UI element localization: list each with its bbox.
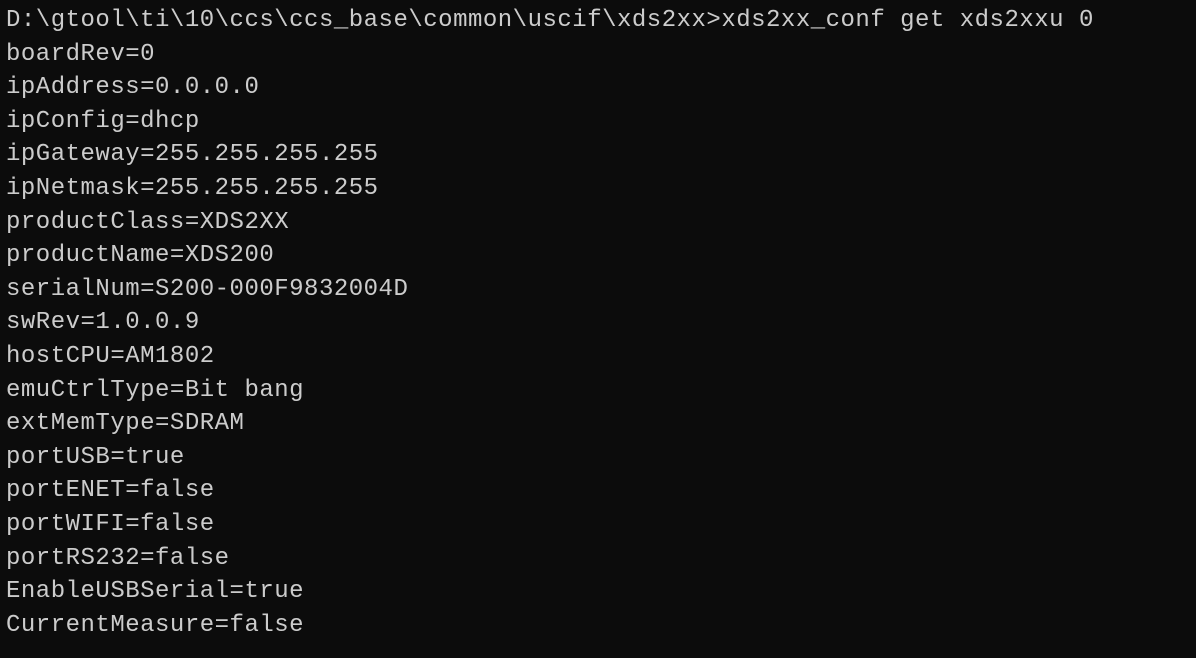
output-line: swRev=1.0.0.9 — [6, 306, 1190, 340]
output-line: boardRev=0 — [6, 38, 1190, 72]
output-line: ipNetmask=255.255.255.255 — [6, 172, 1190, 206]
output-line: serialNum=S200-000F9832004D — [6, 273, 1190, 307]
output-line: extMemType=SDRAM — [6, 407, 1190, 441]
command-prompt-line[interactable]: D:\gtool\ti\10\ccs\ccs_base\common\uscif… — [6, 4, 1190, 38]
output-line: CurrentMeasure=false — [6, 609, 1190, 643]
output-line: portENET=false — [6, 474, 1190, 508]
command-text: xds2xx_conf get xds2xxu 0 — [721, 7, 1094, 34]
output-line: productClass=XDS2XX — [6, 206, 1190, 240]
prompt-path: D:\gtool\ti\10\ccs\ccs_base\common\uscif… — [6, 7, 721, 34]
output-line: portRS232=false — [6, 542, 1190, 576]
output-line: emuCtrlType=Bit bang — [6, 374, 1190, 408]
output-line: portUSB=true — [6, 441, 1190, 475]
output-line: EnableUSBSerial=true — [6, 575, 1190, 609]
output-line: portWIFI=false — [6, 508, 1190, 542]
output-line: ipGateway=255.255.255.255 — [6, 138, 1190, 172]
output-line: productName=XDS200 — [6, 239, 1190, 273]
output-line: hostCPU=AM1802 — [6, 340, 1190, 374]
output-line: ipAddress=0.0.0.0 — [6, 71, 1190, 105]
output-line: ipConfig=dhcp — [6, 105, 1190, 139]
